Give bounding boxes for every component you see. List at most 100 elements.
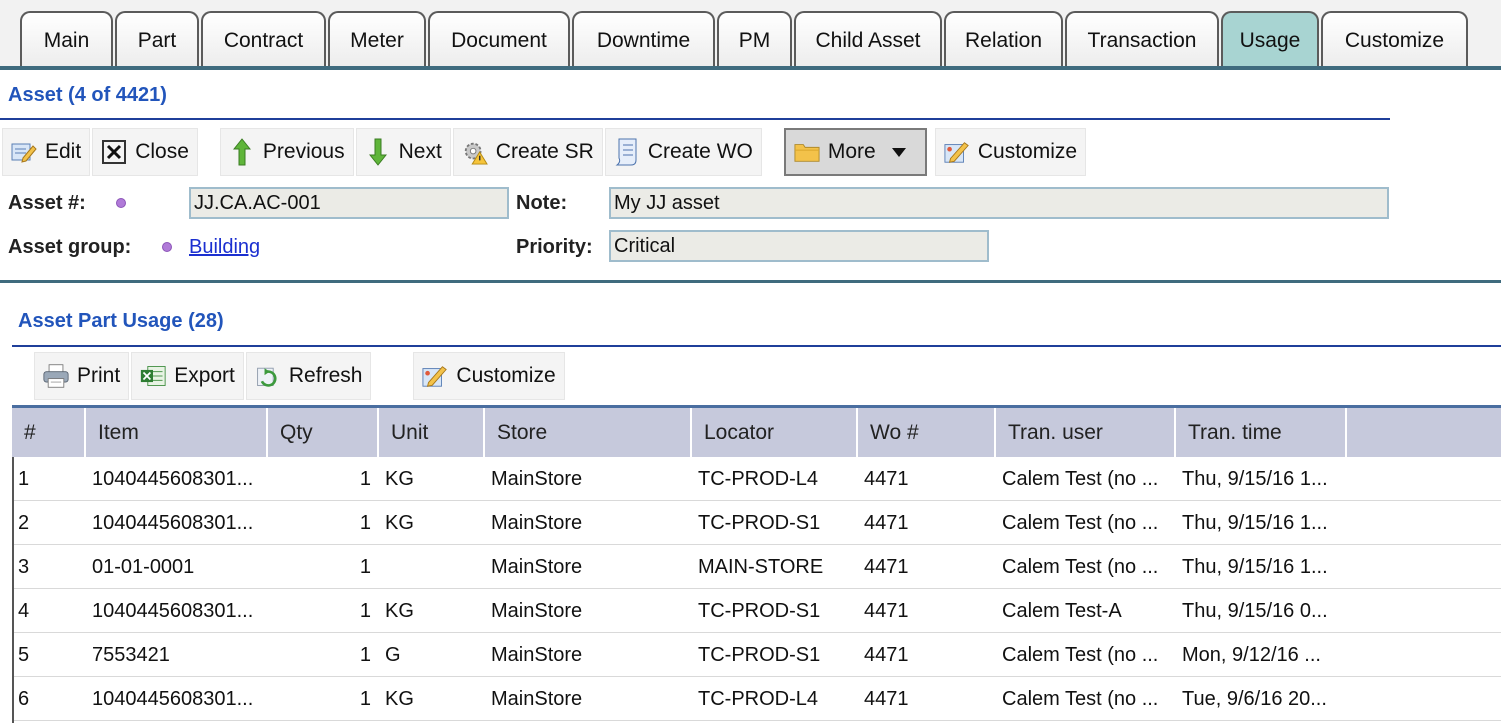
export-button[interactable]: Export bbox=[131, 352, 244, 400]
cell-qty: 1 bbox=[359, 511, 371, 534]
column-header-locator[interactable]: Locator bbox=[692, 408, 858, 457]
cell-number: 1 bbox=[18, 467, 30, 490]
cell-item: 1040445608301... bbox=[92, 687, 254, 710]
asset-group-link[interactable]: Building bbox=[189, 236, 260, 259]
table-header-row: # Item Qty Unit Store Locator Wo # Tran. user Tr… bbox=[12, 408, 1501, 457]
column-header-tran-user[interactable]: Tran. user bbox=[996, 408, 1176, 457]
cell-locator: TC-PROD-S1 bbox=[698, 643, 821, 666]
tab-label: Usage bbox=[1239, 28, 1301, 52]
close-label: Close bbox=[135, 140, 189, 163]
cell-tran-time: Mon, 9/12/16 ... bbox=[1182, 643, 1321, 666]
next-button[interactable]: Next bbox=[355, 128, 451, 176]
note-field[interactable]: My JJ asset bbox=[609, 187, 1389, 219]
cell-tran-time: Thu, 9/15/16 1... bbox=[1182, 555, 1328, 578]
cell-item: 7553421 bbox=[92, 643, 170, 666]
grid-customize-button[interactable]: Customize bbox=[413, 352, 565, 400]
column-header-tran-time[interactable]: Tran. time bbox=[1176, 408, 1347, 457]
cell-wo-number: 4471 bbox=[864, 467, 909, 490]
cell-wo-number: 4471 bbox=[864, 599, 909, 622]
print-button[interactable]: Print bbox=[34, 352, 130, 400]
cell-locator: TC-PROD-S1 bbox=[698, 511, 821, 534]
cell-number: 2 bbox=[18, 511, 30, 534]
tab-list: Main Part Contract Meter Document Downti… bbox=[20, 11, 1470, 68]
cell-store: MainStore bbox=[491, 643, 583, 666]
tab-pm[interactable]: PM bbox=[717, 11, 792, 68]
cell-wo-number: 4471 bbox=[864, 511, 909, 534]
column-header-item[interactable]: Item bbox=[86, 408, 268, 457]
tab-document[interactable]: Document bbox=[428, 11, 570, 68]
customize-icon bbox=[944, 139, 970, 165]
column-header-number[interactable]: # bbox=[12, 408, 86, 457]
column-header-qty[interactable]: Qty bbox=[268, 408, 379, 457]
cell-qty: 1 bbox=[359, 555, 371, 578]
table-row[interactable]: 6 1040445608301... 1 KG MainStore TC-PROD-L4 4… bbox=[12, 677, 1501, 721]
tab-label: Relation bbox=[964, 28, 1043, 52]
table-left-border bbox=[12, 457, 14, 723]
asset-group-label: Asset group: bbox=[8, 236, 132, 258]
asset-number-field[interactable]: JJ.CA.AC-001 bbox=[189, 187, 509, 219]
tab-child-asset[interactable]: Child Asset bbox=[794, 11, 942, 68]
note-label: Note: bbox=[516, 192, 568, 214]
priority-field[interactable]: Critical bbox=[609, 230, 989, 262]
previous-button[interactable]: Previous bbox=[219, 128, 354, 176]
cell-number: 4 bbox=[18, 599, 30, 622]
table-row[interactable]: 2 1040445608301... 1 KG MainStore TC-PROD-S1 4… bbox=[12, 501, 1501, 545]
column-header-wo-number[interactable]: Wo # bbox=[858, 408, 996, 457]
cell-wo-number: 4471 bbox=[864, 643, 909, 666]
tab-label: Customize bbox=[1344, 28, 1445, 52]
cell-tran-user: Calem Test (no ... bbox=[1002, 643, 1159, 666]
table-row[interactable]: 5 7553421 1 G MainStore TC-PROD-S1 4471 Calem T… bbox=[12, 633, 1501, 677]
tab-transaction[interactable]: Transaction bbox=[1065, 11, 1219, 68]
tab-relation[interactable]: Relation bbox=[944, 11, 1063, 68]
title-divider bbox=[0, 118, 1390, 120]
tab-label: Contract bbox=[223, 28, 304, 52]
tab-customize[interactable]: Customize bbox=[1321, 11, 1468, 68]
section-divider bbox=[0, 280, 1501, 283]
close-button[interactable]: Close bbox=[92, 128, 198, 176]
column-header-store[interactable]: Store bbox=[485, 408, 692, 457]
edit-label: Edit bbox=[45, 140, 82, 163]
document-icon bbox=[614, 138, 640, 166]
tab-label: Main bbox=[43, 28, 90, 52]
gear-warning-icon bbox=[462, 139, 488, 165]
folder-icon bbox=[794, 139, 820, 165]
cell-wo-number: 4471 bbox=[864, 687, 909, 710]
tab-contract[interactable]: Contract bbox=[201, 11, 326, 68]
cell-tran-time: Thu, 9/15/16 1... bbox=[1182, 467, 1328, 490]
refresh-icon bbox=[255, 363, 281, 389]
tab-downtime[interactable]: Downtime bbox=[572, 11, 715, 68]
table-row[interactable]: 1 1040445608301... 1 KG MainStore TC-PROD-L4 4… bbox=[12, 457, 1501, 501]
customize-button[interactable]: Customize bbox=[934, 128, 1087, 176]
create-wo-button[interactable]: Create WO bbox=[604, 128, 762, 176]
column-header-unit[interactable]: Unit bbox=[379, 408, 485, 457]
customize-icon bbox=[422, 363, 448, 389]
cell-locator: TC-PROD-L4 bbox=[698, 467, 819, 490]
cell-store: MainStore bbox=[491, 555, 583, 578]
previous-label: Previous bbox=[262, 140, 345, 163]
cell-tran-time: Tue, 9/6/16 20... bbox=[1182, 687, 1327, 710]
tab-part[interactable]: Part bbox=[115, 11, 199, 68]
refresh-button[interactable]: Refresh bbox=[245, 352, 372, 400]
required-indicator-icon bbox=[116, 198, 126, 208]
priority-label: Priority: bbox=[516, 236, 593, 258]
table-row[interactable]: 3 01-01-0001 1 MainStore MAIN-STORE 4471 Calem… bbox=[12, 545, 1501, 589]
edit-button[interactable]: Edit bbox=[2, 128, 91, 176]
cell-tran-user: Calem Test (no ... bbox=[1002, 555, 1159, 578]
edit-icon bbox=[11, 139, 37, 165]
more-menu-button[interactable]: More bbox=[783, 128, 927, 176]
cell-item: 1040445608301... bbox=[92, 599, 254, 622]
cell-store: MainStore bbox=[491, 467, 583, 490]
tab-usage[interactable]: Usage bbox=[1221, 11, 1319, 68]
tab-meter[interactable]: Meter bbox=[328, 11, 426, 68]
cell-unit: G bbox=[385, 643, 401, 666]
asset-number-label: Asset #: bbox=[8, 192, 86, 214]
record-toolbar: Edit Close Previous Next Create SR Creat… bbox=[2, 128, 1088, 176]
cell-locator: TC-PROD-S1 bbox=[698, 599, 821, 622]
export-label: Export bbox=[174, 364, 235, 387]
cell-unit: KG bbox=[385, 511, 414, 534]
tab-label: Child Asset bbox=[815, 28, 921, 52]
table-row[interactable]: 4 1040445608301... 1 KG MainStore TC-PROD-S1 4… bbox=[12, 589, 1501, 633]
create-sr-button[interactable]: Create SR bbox=[452, 128, 603, 176]
tab-label: Part bbox=[137, 28, 177, 52]
tab-main[interactable]: Main bbox=[20, 11, 113, 68]
